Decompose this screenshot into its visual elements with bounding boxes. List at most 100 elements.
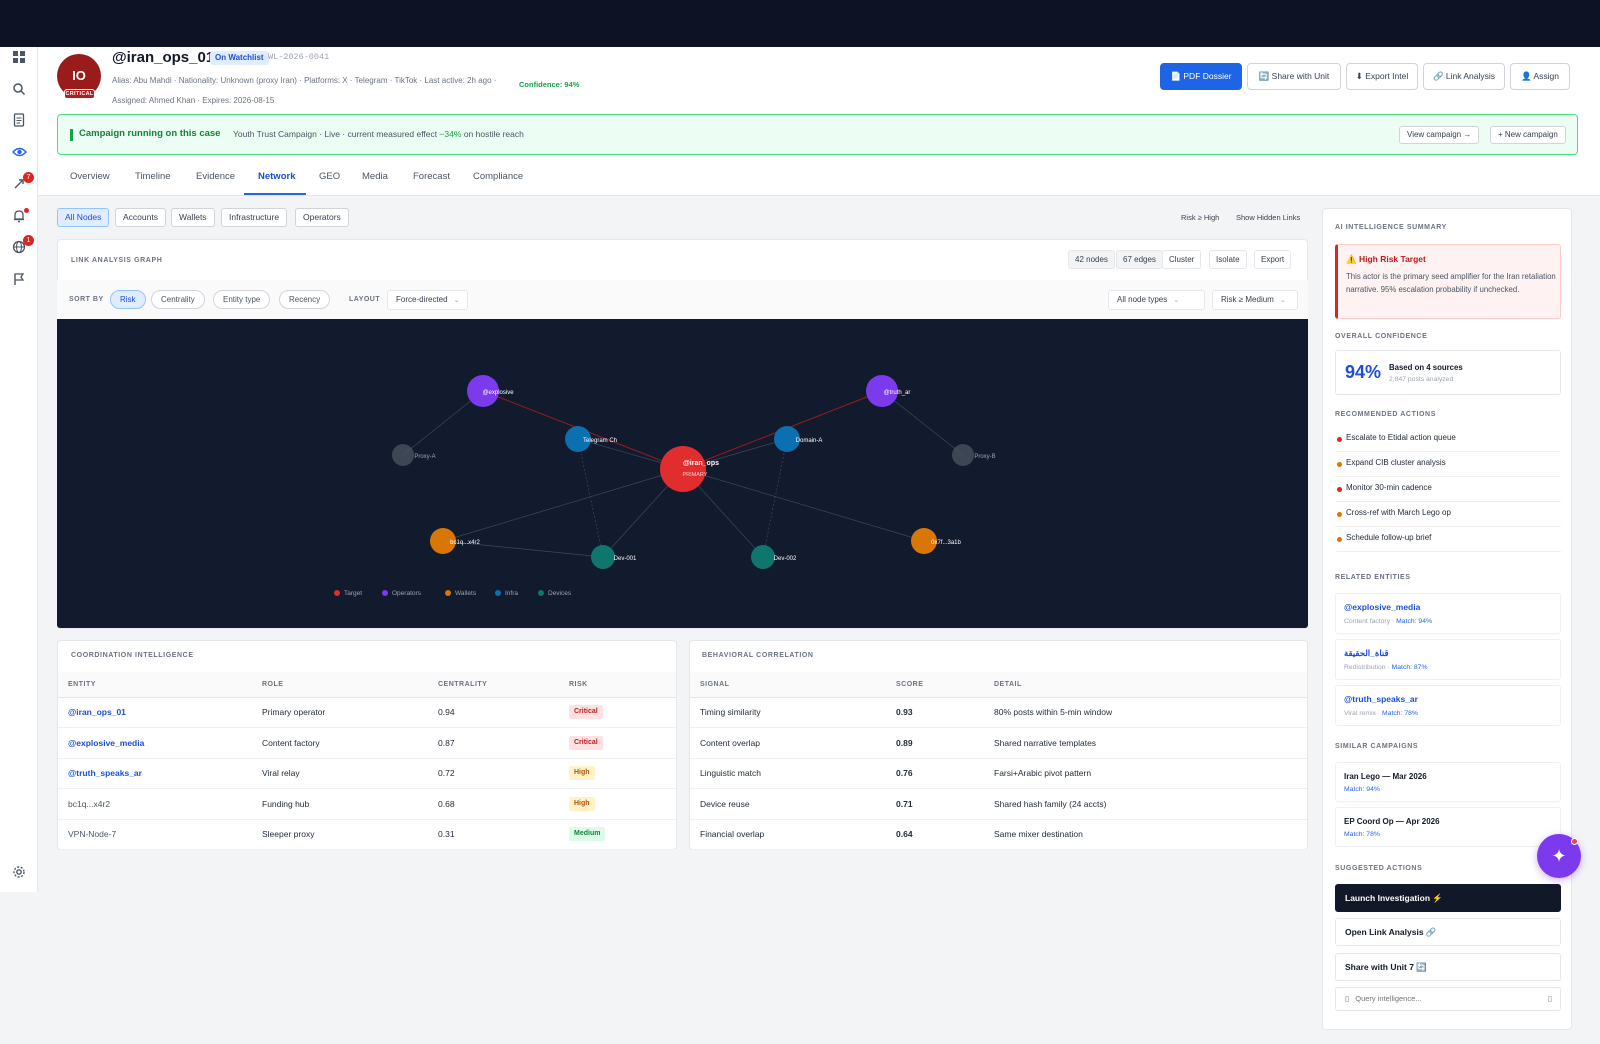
node-domain-a-label: Domain-A bbox=[796, 438, 823, 444]
suggested-actions-title: SUGGESTED ACTIONS bbox=[1335, 865, 1423, 872]
related-entity-name[interactable]: قناة_الحقيقة bbox=[1344, 648, 1389, 659]
recommended-action-item[interactable]: Expand CIB cluster analysis bbox=[1335, 452, 1561, 477]
tab-timeline[interactable]: Timeline bbox=[135, 171, 171, 182]
col-signal: SIGNAL bbox=[690, 672, 886, 698]
table-row[interactable]: Linguistic match 0.76 Farsi+Arabic pivot p… bbox=[690, 758, 1307, 789]
tab-network[interactable]: Network bbox=[258, 171, 295, 182]
table-row[interactable]: Device reuse 0.71 Shared hash family (24 a… bbox=[690, 788, 1307, 820]
node-dev-001[interactable] bbox=[591, 545, 615, 569]
sort-entity-type-chip[interactable]: Entity type bbox=[213, 290, 271, 309]
behavioral-title: BEHAVIORAL CORRELATION bbox=[702, 652, 814, 659]
table-row[interactable]: @explosive_media Content factory 0.87 Criti… bbox=[58, 727, 676, 759]
filter-wallets[interactable]: Wallets bbox=[171, 208, 215, 227]
entity-link[interactable]: @truth_speaks_ar bbox=[58, 758, 252, 789]
node-truth-ar-label: @truth_ar bbox=[884, 390, 911, 396]
eye-icon[interactable] bbox=[10, 145, 28, 163]
detail-cell: Shared hash family (24 accts) bbox=[984, 788, 1307, 820]
search-icon[interactable] bbox=[10, 82, 28, 100]
node-iran-ops[interactable] bbox=[660, 446, 706, 492]
similar-campaign-card[interactable]: EP Coord Op — Apr 2026 Match: 78% bbox=[1335, 807, 1561, 847]
table-row[interactable]: VPN-Node-7 Sleeper proxy 0.31 Medium bbox=[58, 819, 676, 850]
link-analysis-button[interactable]: 🔗 Link Analysis bbox=[1423, 63, 1505, 90]
risk-high-toggle[interactable]: Risk ≥ High bbox=[1181, 213, 1219, 222]
query-intelligence-input[interactable] bbox=[1355, 994, 1536, 1003]
recommended-action-item[interactable]: Cross-ref with March Lego op bbox=[1335, 502, 1561, 527]
graph-edge bbox=[682, 468, 925, 542]
tab-forecast[interactable]: Forecast bbox=[413, 171, 450, 182]
table-row[interactable]: Financial overlap 0.64 Same mixer destinat… bbox=[690, 819, 1307, 850]
related-entity-card[interactable]: @explosive_media Content factory · Match… bbox=[1335, 593, 1561, 634]
risk-filter-select[interactable]: Risk ≥ Medium ⌄ bbox=[1212, 290, 1298, 310]
signal-cell: Linguistic match bbox=[690, 758, 886, 789]
filter-accounts[interactable]: Accounts bbox=[115, 208, 166, 227]
send-icon[interactable]: ▯ bbox=[1548, 988, 1552, 1010]
sort-risk-chip[interactable]: Risk bbox=[110, 290, 146, 309]
signal-cell: Timing similarity bbox=[690, 697, 886, 728]
export-graph-button[interactable]: Export bbox=[1254, 250, 1292, 269]
document-icon[interactable] bbox=[10, 113, 28, 131]
node-telegram-ch-label: Telegram Ch bbox=[583, 438, 617, 444]
layout-select[interactable]: Force-directed ⌄ bbox=[387, 290, 469, 310]
filter-operators[interactable]: Operators bbox=[295, 208, 349, 227]
node-proxy-a[interactable] bbox=[392, 444, 414, 466]
related-entity-meta: Redistribution · Match: 87% bbox=[1344, 664, 1428, 671]
share-with-unit-button[interactable]: 🔄 Share with Unit bbox=[1247, 63, 1341, 90]
banner-title: Campaign running on this case bbox=[79, 128, 221, 139]
table-row[interactable]: Timing similarity 0.93 80% posts within 5-… bbox=[690, 697, 1307, 728]
entity-link[interactable]: @explosive_media bbox=[58, 727, 252, 759]
table-row[interactable]: Content overlap 0.89 Shared narrative temp… bbox=[690, 727, 1307, 759]
recommended-action-item[interactable]: Schedule follow-up brief bbox=[1335, 527, 1561, 552]
globe-icon[interactable]: 1 bbox=[10, 235, 34, 258]
launch-investigation-button[interactable]: Launch Investigation ⚡ bbox=[1335, 884, 1561, 912]
show-hidden-links-toggle[interactable]: Show Hidden Links bbox=[1236, 213, 1300, 222]
isolate-button[interactable]: Isolate bbox=[1209, 250, 1247, 269]
related-entity-card[interactable]: @truth_speaks_ar Viral remix · Match: 78… bbox=[1335, 685, 1561, 726]
node-dev-002[interactable] bbox=[751, 545, 775, 569]
dashboard-grid-icon[interactable] bbox=[10, 50, 28, 68]
node-type-select[interactable]: All node types ⌄ bbox=[1108, 290, 1205, 310]
new-campaign-button[interactable]: + New campaign bbox=[1490, 126, 1566, 144]
bell-icon[interactable] bbox=[10, 208, 29, 227]
recommended-action-item[interactable]: Escalate to Etidal action queue bbox=[1335, 427, 1561, 452]
settings-gear-icon[interactable] bbox=[10, 865, 28, 883]
overall-confidence-title: OVERALL CONFIDENCE bbox=[1335, 333, 1428, 340]
filter-all-nodes[interactable]: All Nodes bbox=[57, 208, 110, 227]
node-wallet-btc-label: bc1q...x4r2 bbox=[450, 540, 480, 546]
table-row[interactable]: @iran_ops_01 Primary operator 0.94 Critical bbox=[58, 697, 676, 728]
share-with-unit-7-button[interactable]: Share with Unit 7 🔄 bbox=[1335, 953, 1561, 981]
sort-recency-chip[interactable]: Recency bbox=[279, 290, 331, 309]
view-campaign-button[interactable]: View campaign → bbox=[1399, 126, 1480, 144]
sort-centrality-chip[interactable]: Centrality bbox=[151, 290, 205, 309]
related-entity-card[interactable]: قناة_الحقيقة Redistribution · Match: 87% bbox=[1335, 639, 1561, 680]
open-link-analysis-button[interactable]: Open Link Analysis 🔗 bbox=[1335, 918, 1561, 946]
tab-compliance[interactable]: Compliance bbox=[473, 171, 523, 182]
graph-nodes: @explosive @truth_ar Proxy-A Proxy-B Telegra… bbox=[392, 375, 996, 569]
table-row[interactable]: @truth_speaks_ar Viral relay 0.72 High bbox=[58, 758, 676, 789]
risk-alert-title: ⚠️ High Risk Target bbox=[1346, 254, 1426, 264]
cluster-button[interactable]: Cluster bbox=[1162, 250, 1202, 269]
entity-link[interactable]: @iran_ops_01 bbox=[58, 697, 252, 728]
query-intelligence-field[interactable]: ▯ ▯ bbox=[1335, 987, 1561, 1011]
export-intel-button[interactable]: ⬇ Export Intel bbox=[1346, 63, 1418, 90]
tab-media[interactable]: Media bbox=[362, 171, 388, 182]
network-graph-canvas[interactable]: @explosive @truth_ar Proxy-A Proxy-B Telegra… bbox=[57, 319, 1308, 628]
related-entity-name[interactable]: @truth_speaks_ar bbox=[1344, 694, 1418, 704]
tab-geo[interactable]: GEO bbox=[319, 171, 340, 182]
node-dev-001-label: Dev-001 bbox=[614, 556, 637, 562]
assign-button[interactable]: 👤 Assign bbox=[1510, 63, 1570, 90]
rocket-icon[interactable]: 7 bbox=[10, 172, 34, 195]
graph-edge bbox=[577, 438, 604, 558]
similar-campaign-card[interactable]: Iran Lego — Mar 2026 Match: 94% bbox=[1335, 762, 1561, 802]
table-row[interactable]: bc1q...x4r2 Funding hub 0.68 High bbox=[58, 788, 676, 820]
entity-cell: VPN-Node-7 bbox=[58, 819, 252, 850]
filter-infrastructure[interactable]: Infrastructure bbox=[221, 208, 288, 227]
tab-evidence[interactable]: Evidence bbox=[196, 171, 235, 182]
pdf-dossier-button[interactable]: 📄 PDF Dossier bbox=[1160, 63, 1242, 90]
col-role: ROLE bbox=[252, 672, 428, 698]
recommended-action-item[interactable]: Monitor 30-min cadence bbox=[1335, 477, 1561, 502]
flag-icon[interactable] bbox=[10, 272, 28, 290]
ai-assistant-fab[interactable]: ✦ bbox=[1537, 834, 1581, 878]
related-entity-name[interactable]: @explosive_media bbox=[1344, 602, 1420, 612]
node-proxy-b[interactable] bbox=[952, 444, 974, 466]
tab-overview[interactable]: Overview bbox=[70, 171, 110, 182]
